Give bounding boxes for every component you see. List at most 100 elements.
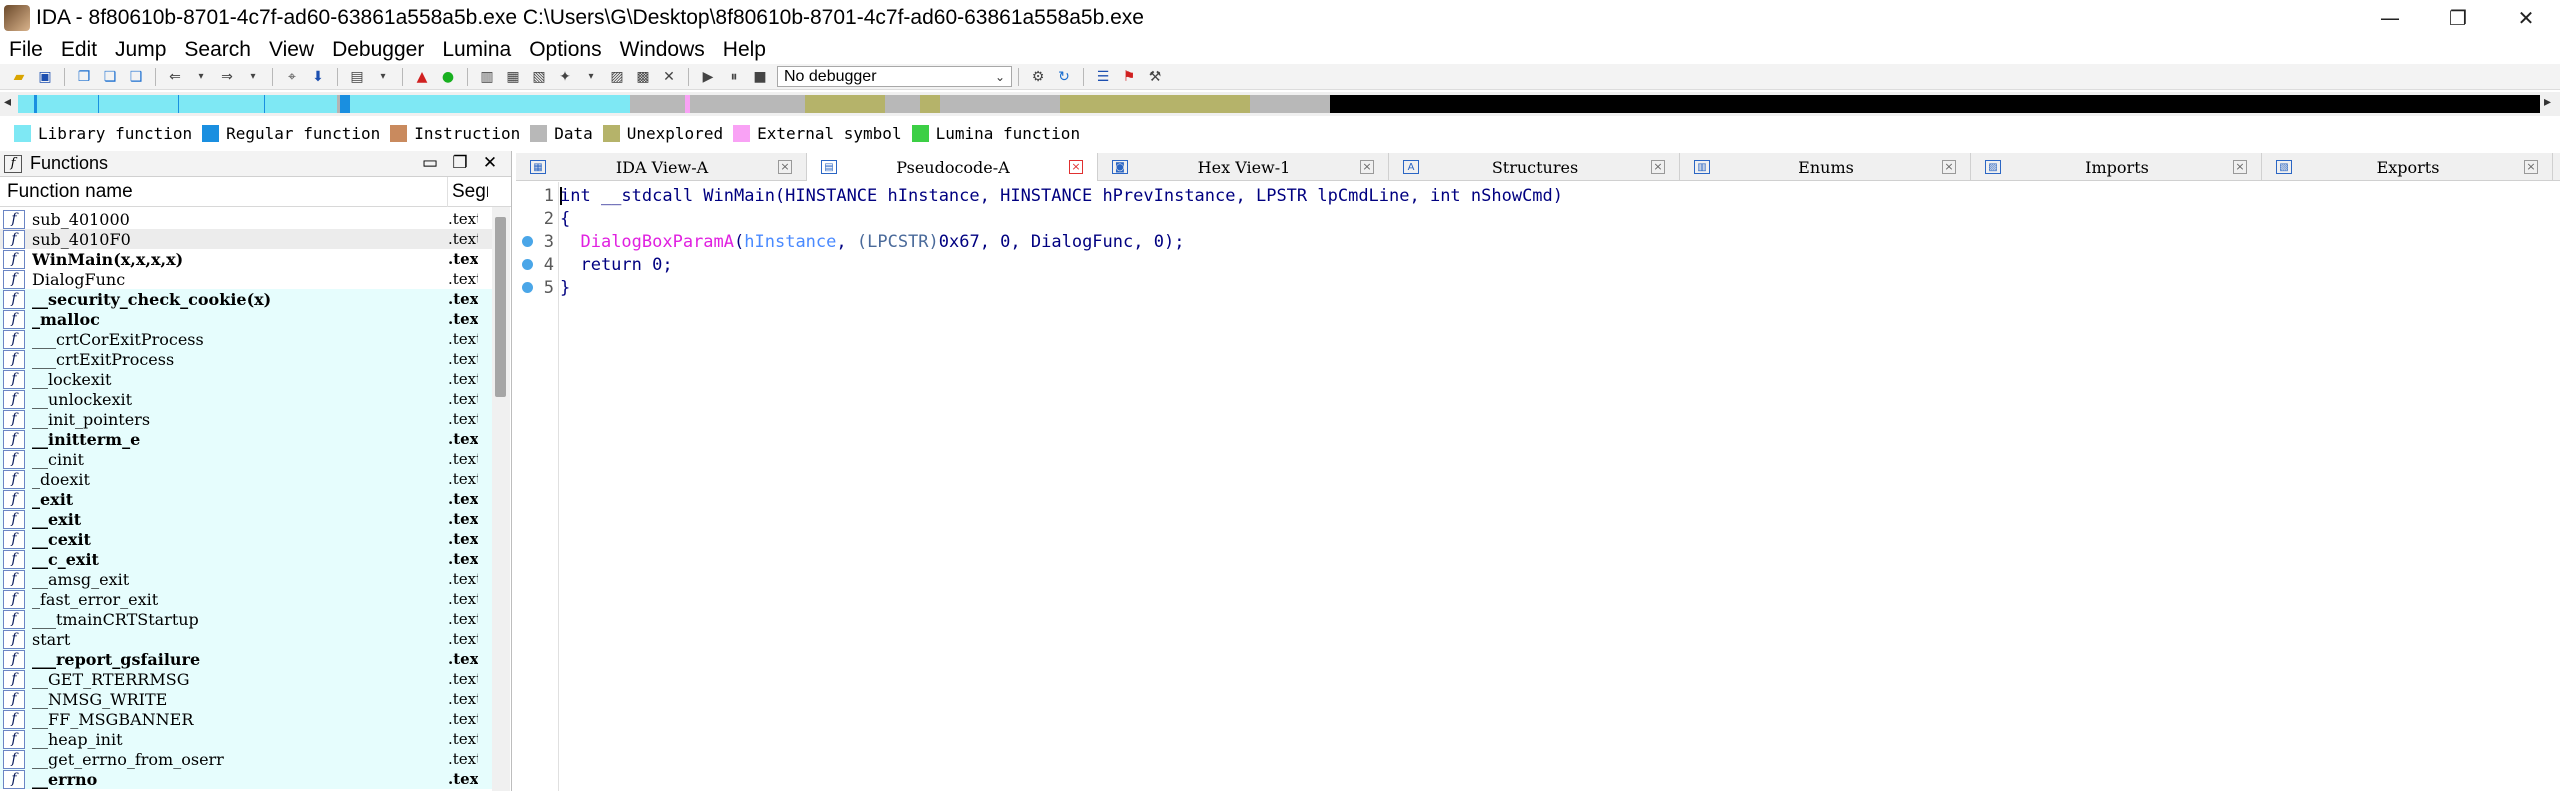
stop-icon[interactable]: ■ — [749, 67, 771, 87]
tab-close-icon[interactable]: × — [1651, 160, 1665, 174]
function-row[interactable]: f _malloc .text — [0, 309, 492, 329]
dropdown-arrow-icon[interactable]: ▾ — [190, 67, 212, 87]
find-icon[interactable]: ❑ — [125, 67, 147, 87]
menu-options[interactable]: Options — [520, 38, 610, 62]
list-icon[interactable]: ☰ — [1092, 67, 1114, 87]
breakpoint-dot-icon[interactable] — [522, 236, 533, 247]
tab-ida-view-a[interactable]: ▦ IDA View-A × — [516, 153, 807, 181]
tab-close-icon[interactable]: × — [1942, 160, 1956, 174]
function-row[interactable]: f sub_4010F0 .text — [0, 229, 492, 249]
run-green-icon[interactable]: ● — [437, 67, 459, 87]
debugger-select[interactable]: No debugger ⌄ — [777, 66, 1012, 87]
nav-left-arrow-icon[interactable]: ◂ — [4, 94, 11, 110]
panel-close-icon[interactable]: ✕ — [475, 153, 505, 173]
function-row[interactable]: f _exit .text — [0, 489, 492, 509]
panel-maximize-icon[interactable]: ▭ — [415, 153, 445, 173]
menu-windows[interactable]: Windows — [611, 38, 714, 62]
maximize-button[interactable]: ❐ — [2424, 0, 2492, 36]
function-row[interactable]: f __amsg_exit .text — [0, 569, 492, 589]
function-row[interactable]: f __cexit .text — [0, 529, 492, 549]
wand-icon[interactable]: ✦ — [554, 67, 576, 87]
jump-icon[interactable]: ⌖ — [281, 67, 303, 87]
back-arrow-icon[interactable]: ⇐ — [164, 67, 186, 87]
breakpoint-dot-icon[interactable] — [522, 282, 533, 293]
tab-pseudocode-a[interactable]: ▤ Pseudocode-A × — [807, 153, 1098, 181]
tab-close-icon[interactable]: × — [778, 160, 792, 174]
function-row[interactable]: f sub_401000 .text — [0, 209, 492, 229]
dropdown-arrow-icon[interactable]: ▾ — [580, 67, 602, 87]
column-segment[interactable]: Segment — [448, 181, 488, 203]
panel-float-icon[interactable]: ❐ — [445, 153, 475, 173]
function-row[interactable]: f __security_check_cookie(x) .text — [0, 289, 492, 309]
function-row[interactable]: f __c_exit .text — [0, 549, 492, 569]
close-button[interactable]: ✕ — [2492, 0, 2560, 36]
dropdown-arrow-icon[interactable]: ▾ — [372, 67, 394, 87]
paste-icon[interactable]: ❏ — [99, 67, 121, 87]
graph-red-icon[interactable]: ▲ — [411, 67, 433, 87]
menu-help[interactable]: Help — [714, 38, 775, 62]
function-row[interactable]: f WinMain(x,x,x,x) .text — [0, 249, 492, 269]
forward-arrow-icon[interactable]: ⇒ — [216, 67, 238, 87]
menu-edit[interactable]: Edit — [52, 38, 106, 62]
play-icon[interactable]: ▶ — [697, 67, 719, 87]
functions-scrollbar[interactable] — [492, 207, 510, 791]
breakpoint-dot-icon[interactable] — [522, 259, 533, 270]
code-line[interactable]: 5} — [516, 276, 2560, 299]
function-row[interactable]: f ___crtCorExitProcess .text — [0, 329, 492, 349]
function-row[interactable]: f __heap_init .text — [0, 729, 492, 749]
tab-imports[interactable]: ▨ Imports × — [1971, 153, 2262, 181]
code-line[interactable]: 1 int __stdcall WinMain(HINSTANCE hInstan… — [516, 184, 2560, 207]
navigation-band-track[interactable] — [18, 95, 2540, 113]
function-row[interactable]: f __initterm_e .text — [0, 429, 492, 449]
function-row[interactable]: f DialogFunc .text — [0, 269, 492, 289]
function-row[interactable]: f __get_errno_from_oserr .text — [0, 749, 492, 769]
function-row[interactable]: f ___crtExitProcess .text — [0, 349, 492, 369]
tab-close-icon[interactable]: × — [1069, 160, 1083, 174]
tab-exports[interactable]: ▧ Exports × — [2262, 153, 2553, 181]
save-icon[interactable]: ▣ — [34, 67, 56, 87]
pause-icon[interactable]: ⏸ — [723, 67, 745, 87]
code-line[interactable]: 4 return 0; — [516, 253, 2560, 276]
chart-icon[interactable]: ▩ — [632, 67, 654, 87]
chart-icon[interactable]: ▧ — [528, 67, 550, 87]
tab-enums[interactable]: ▥ Enums × — [1680, 153, 1971, 181]
column-function-name[interactable]: Function name — [0, 176, 448, 207]
nav-right-arrow-icon[interactable]: ▸ — [2544, 94, 2551, 110]
navigation-band[interactable]: ◂ ▸ — [0, 92, 2560, 116]
function-row[interactable]: f __unlockexit .text — [0, 389, 492, 409]
menu-debugger[interactable]: Debugger — [323, 38, 433, 62]
function-row[interactable]: f __cinit .text — [0, 449, 492, 469]
tab-structures[interactable]: A Structures × — [1389, 153, 1680, 181]
function-row[interactable]: f __NMSG_WRITE .text — [0, 689, 492, 709]
function-row[interactable]: f __errno .text — [0, 769, 492, 789]
open-folder-icon[interactable]: ▰ — [8, 67, 30, 87]
function-row[interactable]: f _doexit .text — [0, 469, 492, 489]
chart-icon[interactable]: ▦ — [502, 67, 524, 87]
dropdown-arrow-icon[interactable]: ▾ — [242, 67, 264, 87]
code-line[interactable]: 2{ — [516, 207, 2560, 230]
pseudocode-view[interactable]: 1 int __stdcall WinMain(HINSTANCE hInstan… — [516, 182, 2560, 791]
refresh-icon[interactable]: ↻ — [1053, 67, 1075, 87]
copy-icon[interactable]: ❐ — [73, 67, 95, 87]
debug-options-icon[interactable]: ⚙ — [1027, 67, 1049, 87]
thread-icon[interactable]: ⚑ — [1118, 67, 1140, 87]
menu-search[interactable]: Search — [175, 38, 260, 62]
menu-jump[interactable]: Jump — [106, 38, 175, 62]
function-row[interactable]: f __exit .text — [0, 509, 492, 529]
tab-close-icon[interactable]: × — [2524, 160, 2538, 174]
function-row[interactable]: f ___tmainCRTStartup .text — [0, 609, 492, 629]
tools-icon[interactable]: ⚒ — [1144, 67, 1166, 87]
cancel-x-icon[interactable]: ✕ — [658, 67, 680, 87]
tab-close-icon[interactable]: × — [2233, 160, 2247, 174]
function-row[interactable]: f _fast_error_exit .text — [0, 589, 492, 609]
function-row[interactable]: f __lockexit .text — [0, 369, 492, 389]
tab-hex-view-1[interactable]: ◙ Hex View-1 × — [1098, 153, 1389, 181]
function-row[interactable]: f __init_pointers .text — [0, 409, 492, 429]
menu-lumina[interactable]: Lumina — [433, 38, 520, 62]
function-row[interactable]: fstart .text — [0, 629, 492, 649]
function-row[interactable]: f __GET_RTERRMSG .text — [0, 669, 492, 689]
code-line[interactable]: 3 DialogBoxParamA(hInstance, (LPCSTR)0x6… — [516, 230, 2560, 253]
tab-close-icon[interactable]: × — [1360, 160, 1374, 174]
chart-icon[interactable]: ▥ — [476, 67, 498, 87]
minimize-button[interactable]: — — [2356, 0, 2424, 36]
